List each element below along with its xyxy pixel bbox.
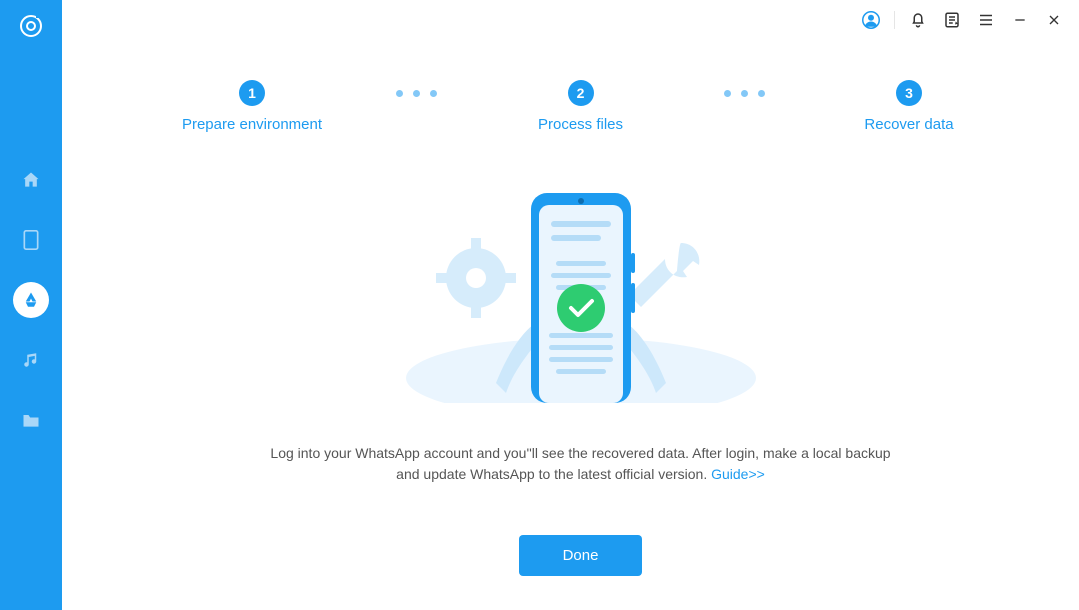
sidebar-item-device[interactable] bbox=[13, 222, 49, 258]
app-root: 1 Prepare environment 2 Process files 3 … bbox=[0, 0, 1079, 610]
main: 1 Prepare environment 2 Process files 3 … bbox=[62, 0, 1079, 610]
guide-link[interactable]: Guide>> bbox=[711, 466, 765, 482]
sidebar-item-recovery[interactable] bbox=[13, 282, 49, 318]
sidebar-item-folder[interactable] bbox=[13, 402, 49, 438]
account-icon[interactable] bbox=[862, 11, 880, 29]
tablet-icon bbox=[22, 230, 40, 250]
success-illustration bbox=[401, 183, 761, 403]
sidebar bbox=[0, 0, 62, 610]
content: 1 Prepare environment 2 Process files 3 … bbox=[62, 40, 1079, 610]
step-dots-1 bbox=[396, 90, 437, 97]
done-button[interactable]: Done bbox=[519, 535, 643, 576]
music-icon bbox=[22, 351, 40, 369]
menu-icon[interactable] bbox=[977, 11, 995, 29]
step-3-label: Recover data bbox=[864, 116, 953, 133]
home-icon bbox=[21, 170, 41, 190]
step-1: 1 Prepare environment bbox=[162, 80, 342, 133]
step-3: 3 Recover data bbox=[819, 80, 999, 133]
minimize-icon[interactable] bbox=[1011, 11, 1029, 29]
step-2-number: 2 bbox=[568, 80, 594, 106]
notes-icon[interactable] bbox=[943, 11, 961, 29]
app-logo-icon bbox=[17, 12, 45, 40]
titlebar-divider bbox=[894, 11, 895, 29]
step-indicator: 1 Prepare environment 2 Process files 3 … bbox=[162, 80, 999, 133]
drive-icon bbox=[22, 291, 40, 309]
titlebar-right-group bbox=[909, 11, 1063, 29]
step-1-number: 1 bbox=[239, 80, 265, 106]
folder-icon bbox=[21, 411, 41, 429]
step-3-number: 3 bbox=[896, 80, 922, 106]
step-dots-2 bbox=[724, 90, 765, 97]
titlebar bbox=[62, 0, 1079, 40]
step-2-label: Process files bbox=[538, 116, 623, 133]
instruction-text: Log into your WhatsApp account and you''… bbox=[261, 443, 901, 485]
sidebar-item-home[interactable] bbox=[13, 162, 49, 198]
instruction-body: Log into your WhatsApp account and you''… bbox=[270, 445, 890, 482]
step-1-label: Prepare environment bbox=[182, 116, 322, 133]
bell-icon[interactable] bbox=[909, 11, 927, 29]
close-icon[interactable] bbox=[1045, 11, 1063, 29]
step-2: 2 Process files bbox=[491, 80, 671, 133]
sidebar-item-music[interactable] bbox=[13, 342, 49, 378]
